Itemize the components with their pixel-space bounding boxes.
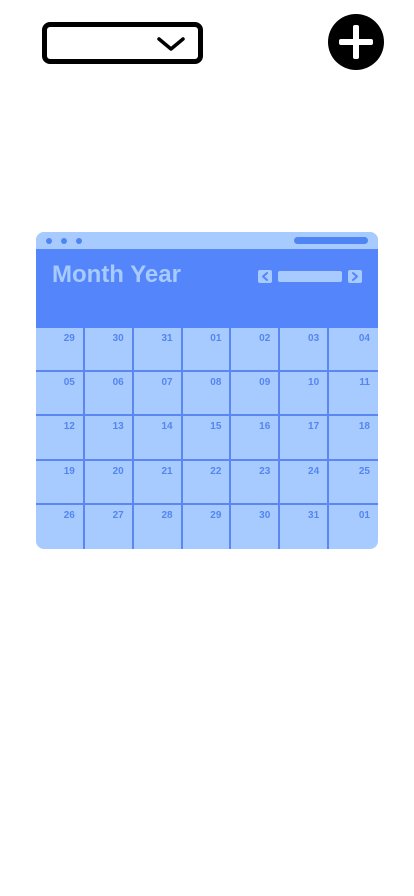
day-number: 12 bbox=[63, 421, 75, 433]
day-number: 18 bbox=[358, 421, 370, 433]
day-cell[interactable]: 06 bbox=[84, 372, 134, 417]
day-cell[interactable]: 16 bbox=[231, 416, 281, 461]
calendar-header: Month Year Sun Mon Tue Wed Thu Fri Sat bbox=[36, 249, 378, 343]
day-number: 20 bbox=[112, 465, 124, 477]
day-cell[interactable]: 18 bbox=[329, 416, 378, 461]
day-cell[interactable]: 05 bbox=[36, 372, 85, 417]
day-number: 21 bbox=[161, 465, 173, 477]
day-cell[interactable]: 28 bbox=[134, 504, 183, 549]
day-number: 29 bbox=[210, 509, 222, 521]
calendar-card: Month Year Sun Mon Tue Wed Thu Fri Sat 2… bbox=[36, 232, 378, 549]
day-cell[interactable]: 30 bbox=[231, 504, 281, 549]
window-bar-pill bbox=[294, 237, 368, 244]
day-number: 07 bbox=[161, 377, 173, 389]
day-cell[interactable]: 25 bbox=[329, 461, 378, 505]
day-number: 31 bbox=[161, 333, 173, 344]
day-cell[interactable]: 23 bbox=[231, 460, 281, 505]
day-number: 08 bbox=[210, 377, 222, 389]
day-cell[interactable]: 14 bbox=[133, 416, 183, 461]
window-dot bbox=[61, 238, 67, 244]
day-number: 29 bbox=[63, 333, 75, 344]
day-cell[interactable]: 30 bbox=[84, 328, 134, 373]
day-cell[interactable]: 26 bbox=[36, 504, 85, 549]
day-number: 22 bbox=[210, 465, 222, 477]
day-cell[interactable]: 27 bbox=[85, 504, 134, 549]
day-cell[interactable]: 01 bbox=[329, 505, 378, 549]
day-number: 09 bbox=[259, 377, 271, 389]
day-number: 10 bbox=[308, 377, 320, 389]
day-number: 19 bbox=[63, 465, 75, 477]
day-cell[interactable]: 15 bbox=[182, 416, 232, 461]
chevron-right-icon bbox=[352, 272, 358, 281]
day-cell[interactable]: 12 bbox=[36, 416, 85, 461]
day-cell[interactable]: 11 bbox=[329, 372, 378, 417]
day-cell[interactable]: 17 bbox=[280, 416, 330, 461]
day-number: 05 bbox=[63, 377, 75, 389]
prev-month-button[interactable] bbox=[258, 270, 272, 283]
day-number: 24 bbox=[308, 465, 320, 477]
calendar-day-grid: 29 30 31 01 02 03 04 05 06 07 08 09 10 11 12 13 14 15 16 17… bbox=[36, 328, 378, 549]
next-month-button[interactable] bbox=[348, 270, 362, 283]
day-cell[interactable]: 31 bbox=[133, 328, 183, 373]
chevron-left-icon bbox=[262, 272, 268, 281]
day-number: 03 bbox=[308, 333, 320, 344]
day-cell[interactable]: 29 bbox=[183, 504, 232, 549]
chevron-down-icon bbox=[157, 37, 185, 51]
day-number: 06 bbox=[112, 377, 124, 389]
day-cell[interactable]: 20 bbox=[84, 460, 134, 505]
month-selector-bar bbox=[278, 271, 342, 282]
window-dot bbox=[46, 238, 52, 244]
day-cell[interactable]: 24 bbox=[280, 460, 330, 505]
plus-icon bbox=[339, 25, 373, 59]
day-cell[interactable]: 22 bbox=[182, 460, 232, 505]
day-number: 01 bbox=[210, 333, 222, 344]
day-number: 17 bbox=[308, 421, 320, 433]
day-number: 31 bbox=[308, 509, 320, 521]
day-cell[interactable]: 03 bbox=[280, 328, 330, 373]
day-cell[interactable]: 19 bbox=[36, 460, 85, 505]
day-cell[interactable]: 04 bbox=[329, 328, 378, 373]
day-number: 02 bbox=[259, 333, 271, 344]
day-number: 11 bbox=[359, 377, 370, 389]
day-number: 27 bbox=[112, 509, 124, 521]
day-number: 30 bbox=[259, 509, 271, 521]
window-dot bbox=[76, 238, 82, 244]
day-number: 01 bbox=[358, 509, 370, 521]
day-cell[interactable]: 02 bbox=[231, 328, 281, 373]
day-number: 25 bbox=[358, 465, 370, 477]
day-number: 28 bbox=[161, 509, 173, 521]
calendar-window-bar bbox=[36, 232, 378, 249]
day-cell[interactable]: 29 bbox=[36, 328, 85, 373]
day-number: 30 bbox=[112, 333, 124, 344]
day-cell[interactable]: 07 bbox=[133, 372, 183, 417]
dropdown-select[interactable] bbox=[42, 22, 203, 64]
day-number: 23 bbox=[259, 465, 271, 477]
day-number: 04 bbox=[358, 333, 370, 344]
day-cell[interactable]: 01 bbox=[182, 328, 232, 373]
day-cell[interactable]: 21 bbox=[133, 460, 183, 505]
day-number: 26 bbox=[63, 509, 75, 521]
add-button[interactable] bbox=[328, 14, 384, 70]
day-cell[interactable]: 09 bbox=[231, 372, 281, 417]
day-number: 14 bbox=[161, 421, 173, 433]
day-cell[interactable]: 31 bbox=[280, 504, 330, 549]
day-cell[interactable]: 08 bbox=[182, 372, 232, 417]
day-number: 13 bbox=[112, 421, 124, 433]
day-cell[interactable]: 13 bbox=[84, 416, 134, 461]
month-year-title: Month Year bbox=[52, 261, 181, 288]
day-number: 16 bbox=[259, 421, 271, 433]
day-cell[interactable]: 10 bbox=[280, 372, 330, 417]
day-number: 15 bbox=[210, 421, 222, 433]
